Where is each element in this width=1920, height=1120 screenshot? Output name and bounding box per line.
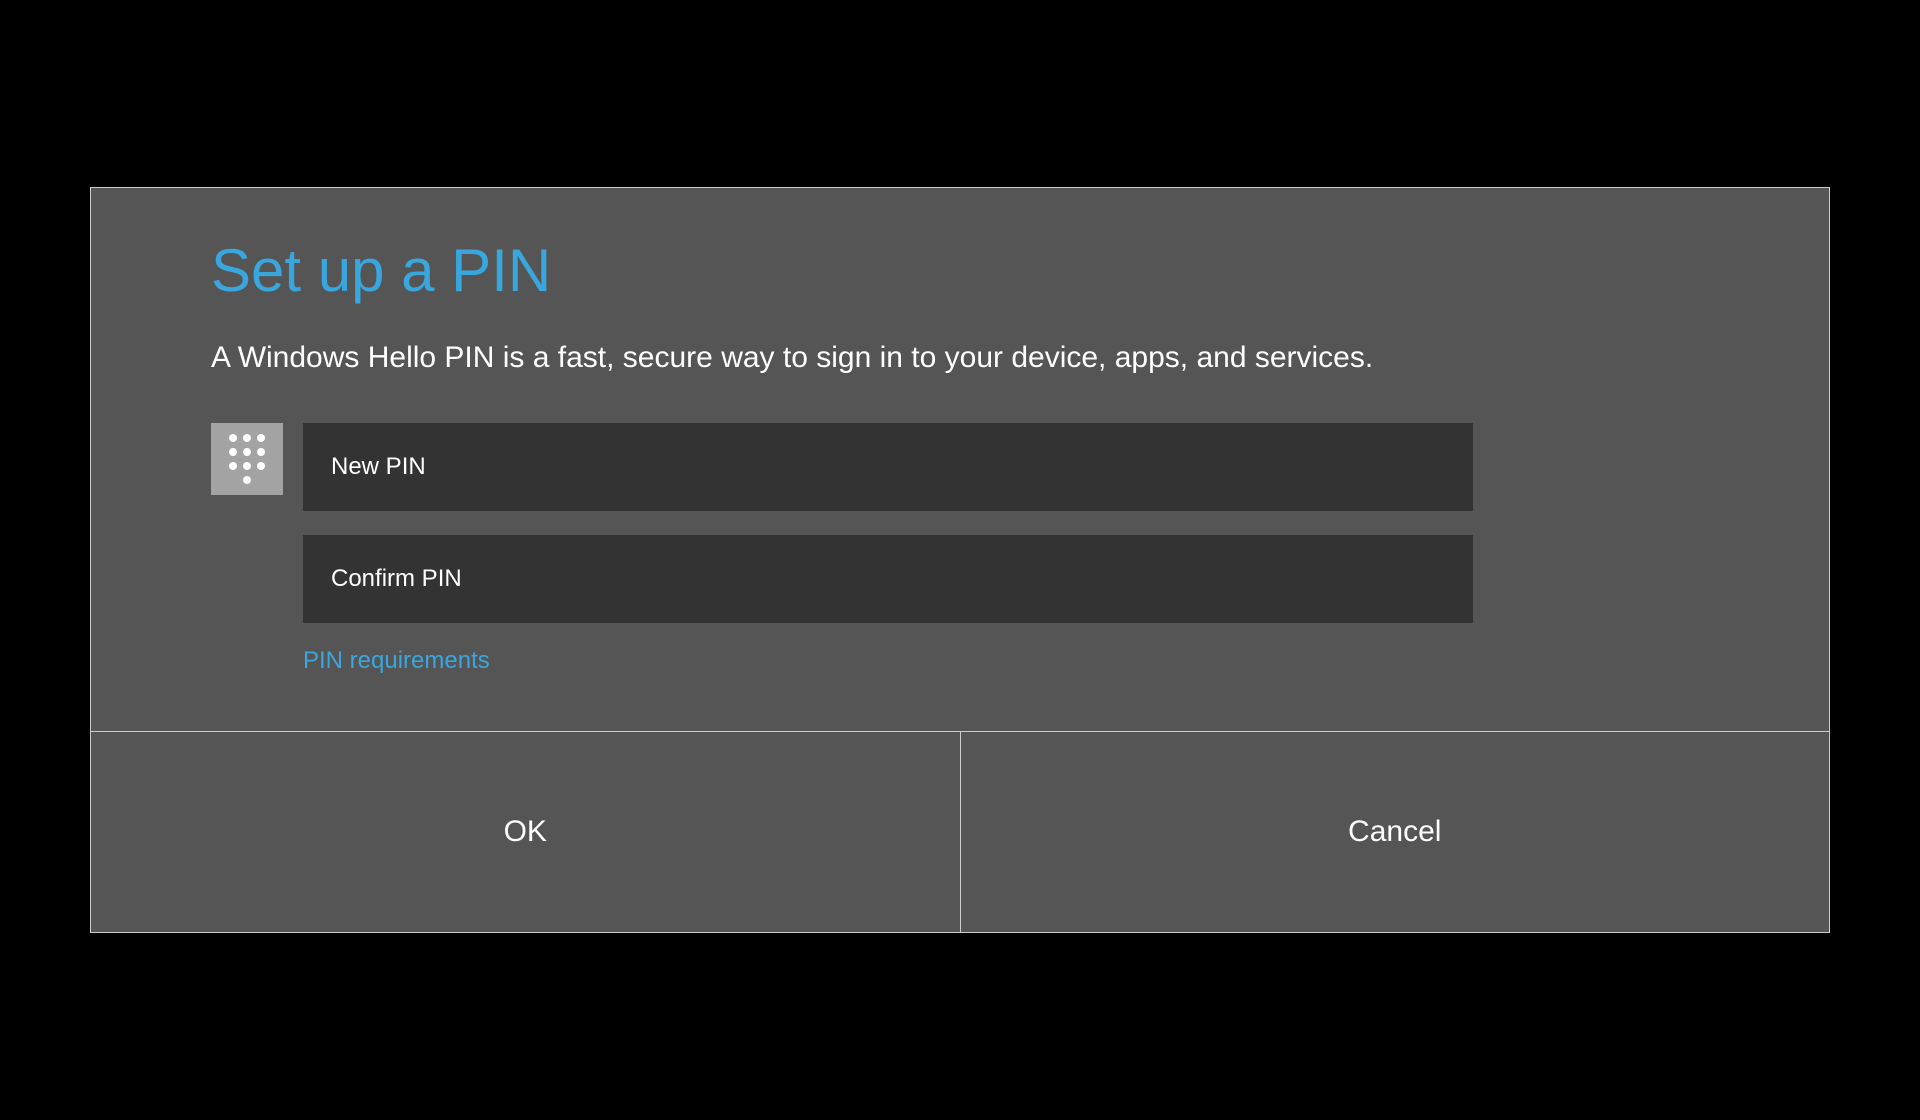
button-row: OK Cancel (91, 731, 1829, 932)
dialog-content: Set up a PIN A Windows Hello PIN is a fa… (91, 188, 1829, 731)
dialog-title: Set up a PIN (211, 236, 1709, 305)
new-pin-input[interactable] (303, 423, 1473, 511)
confirm-pin-input[interactable] (303, 535, 1473, 623)
pin-requirements-link[interactable]: PIN requirements (303, 647, 490, 675)
pin-input-row (211, 423, 1709, 623)
keypad-icon (211, 423, 283, 495)
pin-setup-dialog: Set up a PIN A Windows Hello PIN is a fa… (90, 187, 1830, 933)
input-column (303, 423, 1473, 623)
dialog-description: A Windows Hello PIN is a fast, secure wa… (211, 341, 1709, 375)
cancel-button[interactable]: Cancel (961, 732, 1830, 932)
ok-button[interactable]: OK (91, 732, 961, 932)
